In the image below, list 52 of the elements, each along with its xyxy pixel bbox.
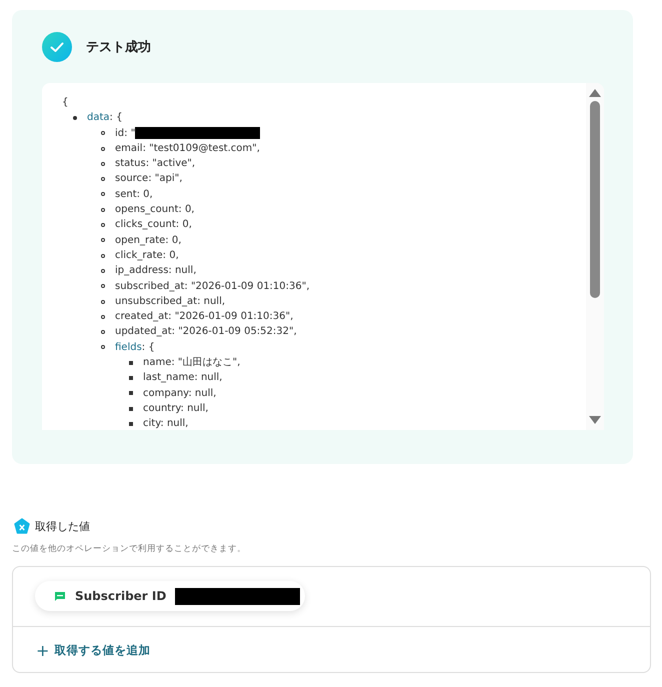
json-text: unsubscribed_at: null, bbox=[115, 294, 226, 309]
json-text: clicks_count: 0, bbox=[115, 218, 192, 232]
bullet-icon bbox=[129, 360, 133, 365]
bullet-icon bbox=[129, 391, 133, 396]
app-icon bbox=[54, 591, 66, 601]
json-text: sent: 0, bbox=[115, 188, 153, 202]
json-text: subscribed_at: "2026-01-09 01:10:36", bbox=[115, 280, 310, 294]
json-text: click_rate: 0, bbox=[115, 248, 179, 263]
json-text: ip_address: null, bbox=[115, 264, 196, 278]
json-text: open_rate: 0, bbox=[115, 234, 182, 248]
bullet-icon bbox=[129, 422, 133, 426]
json-text: data: { bbox=[87, 111, 122, 126]
bullet-icon bbox=[129, 376, 133, 380]
bullet-icon bbox=[101, 192, 105, 196]
add-value-link[interactable]: + 取得する値を追加 bbox=[36, 641, 150, 660]
json-text: country: null, bbox=[143, 402, 208, 416]
json-text: source: "api", bbox=[115, 172, 182, 186]
check-icon bbox=[42, 32, 72, 62]
bullet-icon bbox=[101, 177, 105, 182]
json-text: email: "test0109@test.com", bbox=[115, 142, 260, 156]
value-chip[interactable]: Subscriber ID bbox=[35, 581, 306, 611]
bullet-icon bbox=[129, 406, 133, 411]
scrollbar[interactable] bbox=[586, 83, 604, 430]
json-text: company: null, bbox=[143, 386, 216, 401]
bullet-icon bbox=[101, 268, 105, 273]
bullet-icon bbox=[101, 300, 105, 304]
bullet-icon bbox=[101, 314, 105, 319]
bullet-icon bbox=[101, 162, 105, 166]
json-text: id: " bbox=[115, 126, 136, 141]
json-text: city: null, bbox=[143, 417, 188, 430]
bullet-icon bbox=[101, 345, 105, 350]
json-text: { bbox=[62, 96, 70, 110]
bullet-icon bbox=[101, 208, 105, 212]
json-text: fields: { bbox=[115, 340, 155, 355]
bullet-icon bbox=[73, 116, 77, 120]
bullet-icon bbox=[101, 146, 105, 151]
json-text: status: "active", bbox=[115, 157, 196, 172]
pentagon-icon bbox=[14, 518, 30, 534]
json-text: created_at: "2026-01-09 01:10:36", bbox=[115, 310, 294, 324]
json-text: updated_at: "2026-01-09 05:52:32", bbox=[115, 325, 297, 340]
bullet-icon bbox=[101, 254, 105, 258]
section-description: この値を他のオペレーションで利用することができます。 bbox=[12, 543, 247, 555]
bullet-icon bbox=[101, 330, 105, 334]
section-title: 取得した値 bbox=[35, 518, 90, 534]
json-text: last_name: null, bbox=[143, 371, 222, 386]
json-text: name: "山田はなこ", bbox=[143, 356, 240, 370]
bullet-icon bbox=[101, 284, 105, 288]
result-title: テスト成功 bbox=[86, 39, 151, 56]
json-text: opens_count: 0, bbox=[115, 203, 194, 218]
bullet-icon bbox=[101, 131, 105, 136]
bullet-icon bbox=[101, 223, 105, 228]
bullet-icon bbox=[101, 238, 105, 242]
